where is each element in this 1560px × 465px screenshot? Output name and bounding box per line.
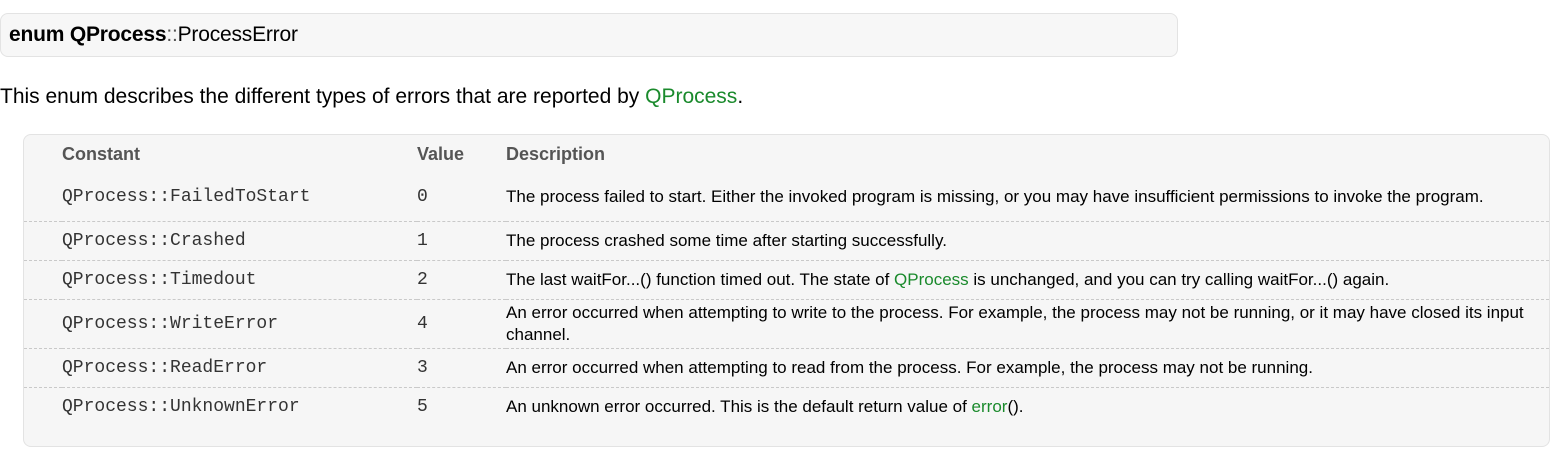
- qprocess-link[interactable]: QProcess: [645, 85, 737, 108]
- constant-name: QProcess::ReadError: [62, 348, 417, 388]
- table-row: QProcess::Crashed 1 The process crashed …: [24, 221, 1549, 261]
- class-name: QProcess: [69, 23, 167, 46]
- table-row: QProcess::ReadError 3 An error occurred …: [24, 348, 1549, 388]
- constant-value: 2: [417, 260, 506, 300]
- intro-text: This enum describes the different types …: [0, 85, 646, 108]
- constant-name: QProcess::UnknownError: [62, 387, 417, 426]
- constant-value: 1: [417, 221, 506, 261]
- constant-description: The process crashed some time after star…: [506, 221, 1549, 261]
- enum-keyword: enum: [9, 23, 65, 46]
- constant-value: 4: [417, 299, 506, 349]
- constant-name: QProcess::Timedout: [62, 260, 417, 300]
- constant-value: 0: [417, 187, 428, 207]
- qprocess-link[interactable]: QProcess: [894, 270, 969, 289]
- constant-description: An error occurred when attempting to wri…: [506, 299, 1549, 349]
- enum-name: ProcessError: [177, 23, 298, 46]
- header-constant: Constant: [62, 143, 140, 164]
- enum-signature: enum QProcess:: ProcessError: [0, 13, 1178, 57]
- table-row: QProcess::FailedToStart 0 The process fa…: [24, 173, 1549, 222]
- table-row: QProcess::WriteError 4 An error occurred…: [24, 299, 1549, 349]
- header-description: Description: [506, 143, 606, 164]
- intro-paragraph: This enum describes the different types …: [0, 85, 743, 109]
- constant-name: QProcess::FailedToStart: [62, 187, 311, 207]
- constant-name: QProcess::Crashed: [62, 221, 417, 261]
- header-value: Value: [417, 143, 465, 164]
- table-header-row: Constant Value Description: [24, 135, 1549, 173]
- constant-value: 5: [417, 387, 506, 426]
- intro-suffix: .: [737, 85, 744, 108]
- enum-values-table: Constant Value Description QProcess::Fai…: [23, 134, 1550, 447]
- constant-name: QProcess::WriteError: [62, 299, 417, 349]
- constant-description: An unknown error occurred. This is the d…: [506, 387, 1549, 426]
- constant-description: An error occurred when attempting to rea…: [506, 348, 1549, 388]
- error-link[interactable]: error: [972, 397, 1008, 416]
- constant-value: 3: [417, 348, 506, 388]
- table-row: QProcess::UnknownError 5 An unknown erro…: [24, 387, 1549, 426]
- table-row: QProcess::Timedout 2 The last waitFor...…: [24, 260, 1549, 300]
- constant-description: The last waitFor...() function timed out…: [506, 260, 1549, 300]
- scope-separator: ::: [166, 23, 178, 46]
- constant-description: The process failed to start. Either the …: [506, 187, 1484, 206]
